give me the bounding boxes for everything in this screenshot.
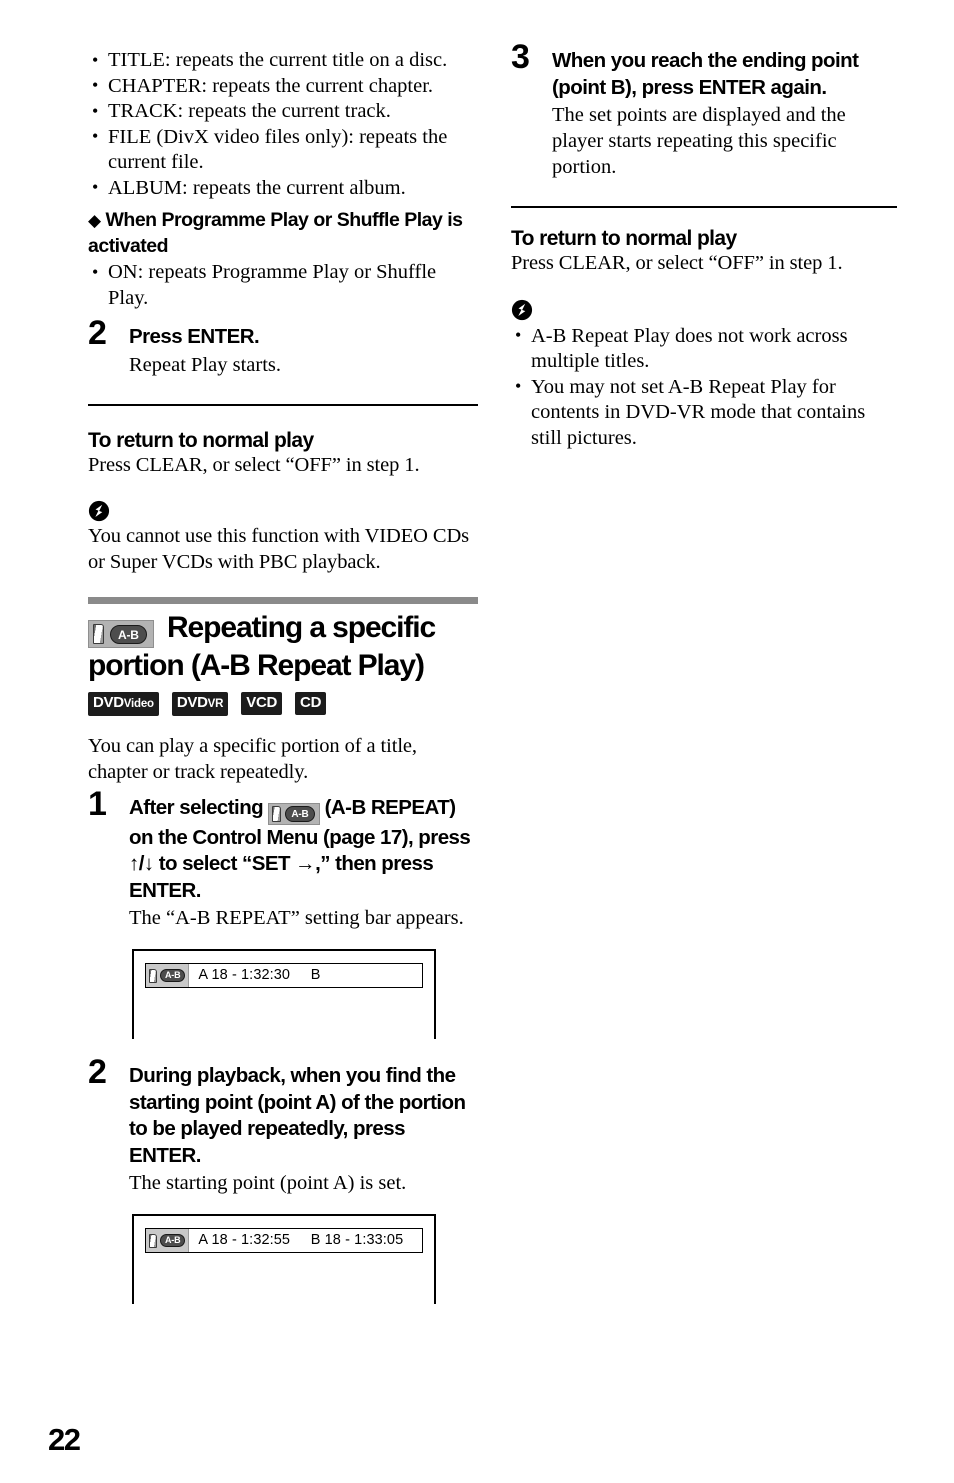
return-to-normal-play-heading: To return to normal play [88, 428, 314, 452]
setting-bar-icon-cell: A-B [146, 964, 190, 988]
right-column: 3 When you reach the ending point (point… [511, 40, 899, 452]
section-intro-text: You can play a specific portion of a tit… [88, 735, 417, 783]
note-bolt-icon [511, 299, 533, 320]
disc-sheet-icon [149, 1233, 157, 1248]
note-text: You cannot use this function with VIDEO … [88, 525, 470, 573]
step-description: The “A-B REPEAT” setting bar appears. [129, 907, 464, 930]
disc-badge-dvd-vr: DVDVR [171, 692, 229, 717]
ab-repeat-icon-inline: A-B [268, 802, 320, 825]
step-number: 1 [88, 785, 107, 824]
step-2-press-enter: 2 Press ENTER. Repeat Play starts. [88, 316, 480, 378]
note-block: You cannot use this function with VIDEO … [88, 500, 480, 575]
ab-pill-label: A-B [285, 805, 315, 822]
ab-pill-label: A-B [160, 969, 186, 983]
section-top-bar [88, 597, 478, 604]
step-2-starting-point: 2 During playback, when you find the sta… [88, 1055, 480, 1196]
step-number: 2 [88, 1053, 107, 1092]
note-block: A-B Repeat Play does not work across mul… [511, 299, 899, 452]
list-item: ON: repeats Programme Play or Shuffle Pl… [88, 260, 480, 311]
section-title: A-B Repeating a specific portion (A-B Re… [88, 610, 480, 683]
list-item: CHAPTER: repeats the current chapter. [88, 73, 480, 100]
step-title: After selecting A-B (A-B REPEAT) on the … [129, 795, 480, 904]
step-number: 3 [511, 38, 530, 76]
step-1-after-selecting: 1 After selecting A-B (A-B REPEAT) on th… [88, 787, 480, 931]
note-bolt-icon [88, 500, 110, 522]
diamond-subheading: ◆ When Programme Play or Shuffle Play is… [88, 208, 480, 258]
ab-repeat-icon-screen: A-B [149, 1233, 186, 1248]
ab-pill-label: A-B [160, 1234, 186, 1248]
ab-pill-label: A-B [110, 624, 147, 644]
list-item: FILE (DivX video files only): repeats th… [88, 124, 480, 176]
step-title: During playback, when you find the start… [129, 1064, 466, 1167]
programme-options-list: ON: repeats Programme Play or Shuffle Pl… [88, 260, 480, 311]
return-to-normal-play-text: Press CLEAR, or select “OFF” in step 1. [88, 453, 420, 476]
disc-badge-main: VCD [246, 694, 278, 712]
disc-sheet-icon [272, 805, 282, 822]
disc-sheet-icon [93, 624, 104, 645]
repeat-options-list: TITLE: repeats the current title on a di… [88, 48, 480, 201]
screenshot-setting-bar-1: A-B A 18 - 1:32:30 B [132, 949, 436, 1040]
disc-type-badges: DVDVideo DVDVR VCD CD [88, 692, 480, 717]
return-to-normal-play-text: Press CLEAR, or select “OFF” in step 1. [511, 252, 843, 274]
setting-bar-text: A 18 - 1:32:55 B 18 - 1:33:05 [198, 1232, 404, 1249]
section-divider [88, 403, 478, 406]
step-number: 2 [88, 314, 107, 352]
disc-badge-dvd-video: DVDVideo [88, 692, 159, 717]
diamond-icon: ◆ [88, 211, 101, 230]
section-title-line2: portion (A-B Repeat Play) [88, 649, 425, 683]
section-divider [511, 206, 897, 208]
disc-badge-main: CD [300, 694, 322, 712]
manual-page: TITLE: repeats the current title on a di… [0, 0, 954, 1483]
list-item: You may not set A-B Repeat Play for cont… [511, 374, 899, 452]
section-title-line1: Repeating a specific [166, 611, 436, 644]
note-list: A-B Repeat Play does not work across mul… [511, 323, 899, 452]
ab-repeat-icon: A-B [88, 620, 154, 649]
list-item: TITLE: repeats the current title on a di… [88, 48, 480, 74]
diamond-subheading-label: When Programme Play or Shuffle Play is a… [88, 209, 463, 257]
disc-badge-cd: CD [295, 692, 327, 716]
step-description: Repeat Play starts. [129, 353, 282, 376]
list-item: ALBUM: repeats the current album. [88, 175, 480, 202]
step-title: When you reach the ending point (point B… [552, 49, 859, 99]
disc-badge-vcd: VCD [241, 692, 283, 716]
ab-repeat-icon-screen: A-B [149, 968, 186, 983]
step-description: The set points are displayed and the pla… [552, 104, 846, 178]
setting-bar-text: A 18 - 1:32:30 B [198, 967, 321, 984]
screenshot-setting-bar-2: A-B A 18 - 1:32:55 B 18 - 1:33:05 [132, 1214, 436, 1305]
ab-repeat-setting-bar: A-B A 18 - 1:32:55 B 18 - 1:33:05 [145, 1228, 423, 1254]
disc-badge-main: DVD [93, 694, 124, 712]
step-title: Press ENTER. [129, 325, 260, 348]
page-number: 22 [48, 1422, 81, 1457]
disc-badge-main: DVD [176, 694, 208, 712]
disc-badge-suffix: Video [123, 698, 154, 711]
step-description: The starting point (point A) is set. [129, 1172, 407, 1195]
ab-repeat-setting-bar: A-B A 18 - 1:32:30 B [145, 963, 423, 989]
step-3-ending-point: 3 When you reach the ending point (point… [511, 40, 899, 180]
step-title-part1: After selecting [129, 796, 264, 820]
left-column: TITLE: repeats the current title on a di… [88, 48, 480, 1305]
return-to-normal-play-heading: To return to normal play [511, 227, 737, 250]
list-item: A-B Repeat Play does not work across mul… [511, 323, 899, 375]
setting-bar-icon-cell: A-B [146, 1229, 190, 1253]
disc-sheet-icon [149, 968, 157, 983]
disc-badge-suffix: VR [207, 698, 224, 711]
list-item: TRACK: repeats the current track. [88, 99, 480, 125]
